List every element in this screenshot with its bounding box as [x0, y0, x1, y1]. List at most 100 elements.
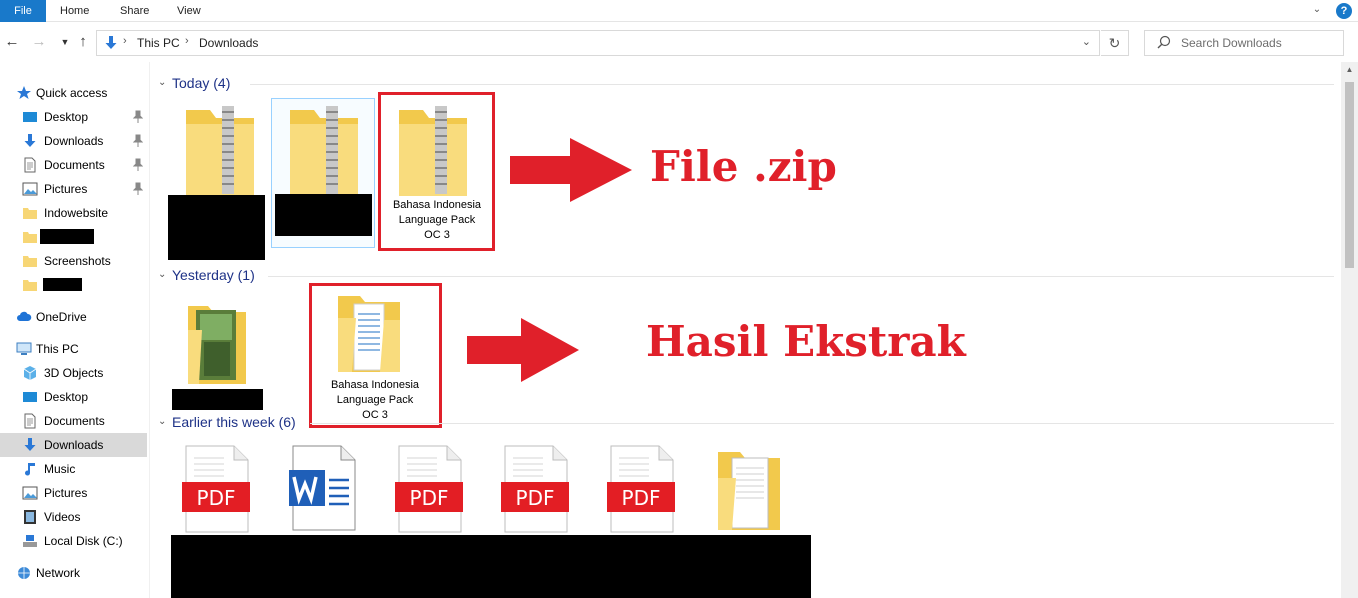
ribbon-controls: ⌄ ?: [1302, 3, 1352, 19]
sidebar-item-label: Music: [44, 462, 76, 476]
search-box[interactable]: [1144, 30, 1344, 56]
folder-icon: [718, 452, 780, 530]
sidebar-item-videos[interactable]: Videos: [0, 505, 147, 529]
computer-icon: [16, 342, 32, 355]
file-item-pdf[interactable]: PDF: [182, 444, 252, 534]
zip-folder-icon: [186, 106, 254, 196]
address-path[interactable]: › This PC › Downloads ⌄: [96, 30, 1100, 56]
group-title: Yesterday (1): [172, 267, 255, 283]
sidebar-item-screenshots[interactable]: Screenshots: [0, 249, 147, 273]
file-item-zip-bahasa-indonesia[interactable]: Bahasa Indonesia Language Pack OC 3: [383, 98, 491, 246]
group-header-today[interactable]: ⌄ Today (4): [150, 74, 1334, 94]
sidebar-item-label: Screenshots: [44, 254, 111, 268]
sidebar-item-documents-pc[interactable]: Documents: [0, 409, 147, 433]
annotation-zip-label: File .zip: [650, 142, 837, 191]
sidebar-item-local-disk[interactable]: Local Disk (C:): [0, 529, 147, 553]
file-item-word[interactable]: [289, 444, 359, 534]
scroll-up-icon[interactable]: ▲: [1341, 62, 1358, 78]
sidebar-item-desktop-pc[interactable]: Desktop: [0, 385, 147, 409]
search-input[interactable]: [1181, 35, 1337, 51]
network-icon: [18, 567, 30, 579]
sidebar-item-pictures[interactable]: Pictures: [0, 177, 147, 201]
sidebar-item-label: 3D Objects: [44, 366, 104, 380]
file-item-zip[interactable]: [168, 98, 270, 260]
pin-icon: [133, 182, 143, 195]
zip-folder-icon: [399, 106, 467, 196]
tab-view[interactable]: View: [163, 0, 215, 22]
forward-icon[interactable]: →: [30, 32, 48, 52]
pictures-icon: [22, 182, 38, 196]
sidebar-item-downloads[interactable]: Downloads: [0, 129, 147, 153]
sidebar-item-label: Quick access: [36, 86, 108, 100]
image-folder-icon: [188, 306, 246, 384]
redacted-label: [172, 389, 263, 410]
sidebar-item-label: OneDrive: [36, 310, 87, 324]
help-icon[interactable]: ?: [1336, 3, 1352, 19]
file-item-pdf[interactable]: PDF: [607, 444, 677, 534]
chevron-down-icon[interactable]: ⌄: [1082, 35, 1091, 48]
red-arrow-icon: [510, 138, 632, 202]
file-item-folder-images[interactable]: [172, 294, 268, 414]
sidebar-item-desktop[interactable]: Desktop: [0, 105, 147, 129]
annotation-extract-label: Hasil Ekstrak: [646, 317, 966, 366]
file-item-folder[interactable]: [714, 444, 790, 534]
pin-icon: [133, 134, 143, 147]
sidebar-item-label: Documents: [44, 158, 105, 172]
pictures-icon: [22, 486, 38, 500]
breadcrumb-downloads[interactable]: Downloads: [199, 36, 258, 50]
sidebar-item-documents[interactable]: Documents: [0, 153, 147, 177]
file-name: Language Pack: [336, 394, 414, 406]
cloud-icon: [17, 311, 32, 321]
chevron-down-icon[interactable]: ⌄: [158, 269, 166, 280]
desktop-icon: [23, 392, 37, 402]
chevron-down-icon[interactable]: ⌄: [158, 416, 166, 427]
sidebar-item-music[interactable]: Music: [0, 457, 147, 481]
scrollbar-thumb[interactable]: [1345, 82, 1354, 268]
sidebar-item-indowebsite[interactable]: Indowebsite: [0, 201, 147, 225]
chevron-down-icon[interactable]: ⌄: [158, 77, 166, 88]
file-name: Language Pack: [398, 214, 476, 226]
sidebar-item-pictures-pc[interactable]: Pictures: [0, 481, 147, 505]
recent-locations-icon[interactable]: ▼: [56, 32, 74, 52]
group-header-earlier[interactable]: ⌄ Earlier this week (6): [150, 413, 1334, 433]
sidebar-item-downloads-pc[interactable]: Downloads: [0, 433, 147, 457]
video-icon: [24, 510, 36, 524]
refresh-button[interactable]: ↻: [1101, 30, 1129, 56]
sidebar-item-onedrive[interactable]: OneDrive: [0, 305, 147, 329]
sidebar-item-redacted[interactable]: [0, 225, 147, 249]
pdf-badge-label: PDF: [409, 486, 449, 510]
music-icon: [25, 463, 35, 476]
folder-icon: [23, 208, 37, 219]
file-item-zip[interactable]: [274, 98, 374, 238]
group-title: Earlier this week (6): [172, 414, 296, 430]
folder-icon: [23, 280, 37, 291]
drive-icon: [23, 535, 37, 547]
redacted-label: [275, 194, 372, 236]
sidebar-item-redacted[interactable]: [0, 273, 147, 297]
pdf-badge-label: PDF: [621, 486, 661, 510]
sidebar-item-label: Downloads: [44, 438, 104, 452]
sidebar-item-label: Desktop: [44, 390, 89, 404]
vertical-scrollbar[interactable]: ▲: [1341, 62, 1358, 598]
tab-home[interactable]: Home: [46, 0, 103, 22]
sidebar-item-this-pc[interactable]: This PC: [0, 337, 147, 361]
file-item-pdf[interactable]: PDF: [395, 444, 465, 534]
divider: [310, 423, 1334, 424]
sidebar-item-network[interactable]: Network: [0, 561, 147, 585]
sidebar-item-3d-objects[interactable]: 3D Objects: [0, 361, 147, 385]
folder-icon: [23, 256, 37, 267]
back-icon[interactable]: ←: [3, 32, 21, 52]
chevron-down-icon[interactable]: ⌄: [1310, 3, 1324, 17]
tab-file[interactable]: File: [0, 0, 46, 22]
folder-icon: [338, 296, 400, 372]
redacted-label: [43, 278, 82, 291]
sidebar-item-label: Documents: [44, 414, 105, 428]
sidebar-item-quick-access[interactable]: Quick access: [0, 81, 147, 105]
file-item-folder-bahasa-indonesia[interactable]: Bahasa Indonesia Language Pack OC 3: [316, 288, 434, 424]
document-icon: [24, 413, 36, 429]
up-icon[interactable]: ↑: [74, 32, 92, 52]
file-item-pdf[interactable]: PDF: [501, 444, 571, 534]
address-bar: ← → ▼ ↑ › This PC › Downloads ⌄ ↻: [0, 22, 1358, 62]
tab-share[interactable]: Share: [106, 0, 163, 22]
breadcrumb-this-pc[interactable]: This PC: [137, 36, 180, 50]
